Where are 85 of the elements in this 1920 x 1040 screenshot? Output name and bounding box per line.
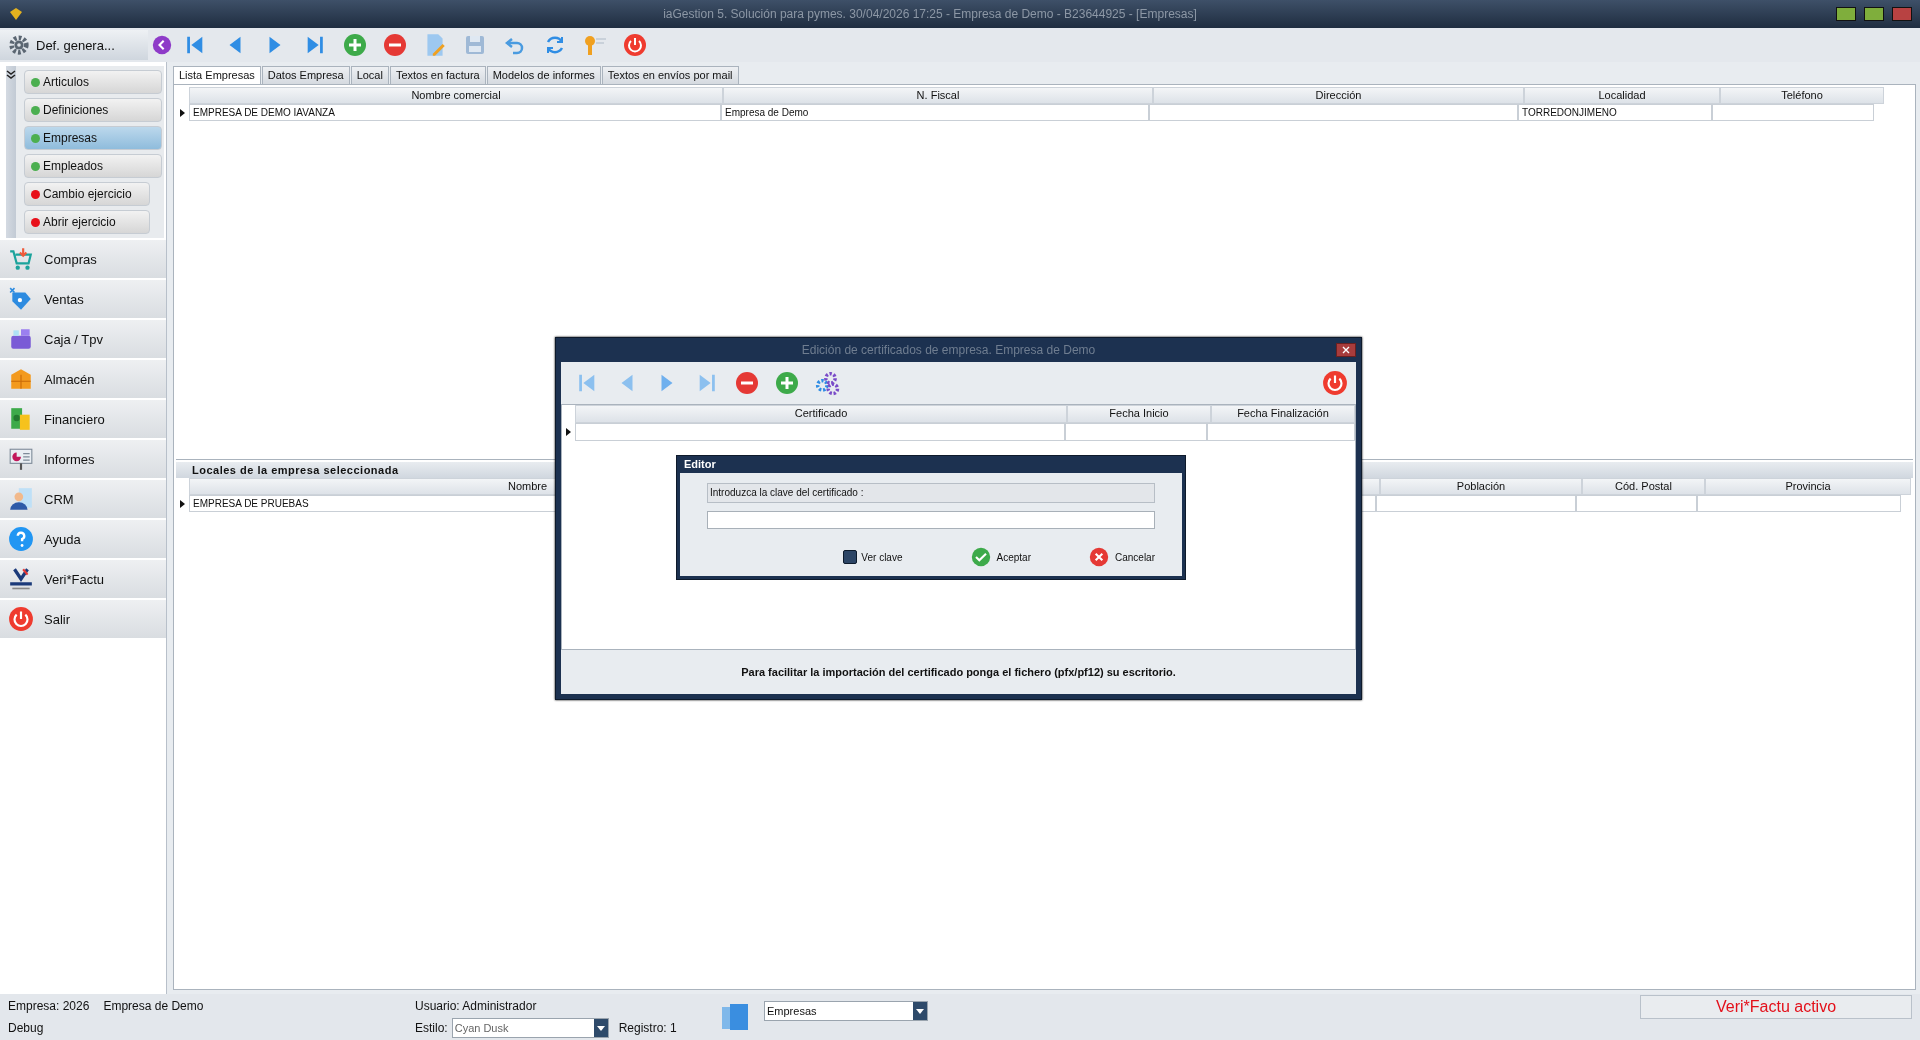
module-item[interactable]: Caja / Tpv	[0, 320, 166, 360]
close-button[interactable]	[1336, 343, 1356, 357]
tab[interactable]: Textos en factura	[389, 66, 486, 84]
status-text: Usuario: Administrador	[415, 998, 537, 1014]
module-item[interactable]: Ventas	[0, 280, 166, 320]
info-text: Para facilitar la importación del certificado ponga el fichero (pfx/pf12) su escritorio.	[561, 650, 1356, 694]
person-icon[interactable]	[8, 486, 34, 512]
row-pointer-icon	[180, 108, 185, 117]
close-icon	[1342, 346, 1350, 354]
column-header[interactable]: Cód. Postal	[1582, 478, 1705, 495]
status-label: Estilo:	[415, 1020, 448, 1036]
table-cell: TORREDONJIMENO	[1518, 104, 1712, 121]
caret-icon	[916, 1008, 924, 1014]
column-header[interactable]: N. Fiscal	[723, 87, 1153, 104]
submenu-item[interactable]: Articulos	[24, 70, 162, 94]
key-icon[interactable]	[582, 33, 608, 57]
power-icon[interactable]	[623, 33, 647, 57]
module-item[interactable]: Almacén	[0, 360, 166, 400]
app-icon	[8, 6, 24, 22]
add-icon[interactable]	[343, 33, 367, 57]
password-field[interactable]	[707, 511, 1155, 529]
tab[interactable]: Datos Empresa	[261, 66, 350, 84]
tab[interactable]: Modelos de informes	[486, 66, 601, 84]
module-button[interactable]: Def. genera...	[0, 30, 148, 60]
module-item[interactable]: Veri*Factu	[0, 560, 166, 600]
row-pointer-icon	[180, 499, 185, 508]
status-text: Empresa de Demo	[103, 998, 204, 1014]
power-icon[interactable]	[1322, 370, 1348, 396]
submenu-item[interactable]: Cambio ejercicio	[24, 182, 150, 206]
logo-icon[interactable]	[8, 566, 34, 592]
tab[interactable]: Local	[350, 66, 389, 84]
check-icon[interactable]	[970, 547, 991, 567]
module-item[interactable]: Informes	[0, 440, 166, 480]
collapse-icon[interactable]	[6, 70, 16, 80]
column-header[interactable]: Localidad	[1524, 87, 1720, 104]
gear-icon	[8, 34, 30, 56]
column-header[interactable]: Fecha Inicio	[1067, 405, 1211, 423]
save-icon[interactable]	[463, 33, 487, 57]
verifactu-status: Veri*Factu activo	[1640, 995, 1912, 1019]
table-cell: Empresa de Demo	[721, 104, 1149, 121]
status-text: Empresa: 2026	[8, 998, 90, 1014]
close-icon[interactable]	[1088, 547, 1109, 567]
row-pointer-icon	[566, 428, 571, 436]
cart-icon[interactable]	[8, 246, 34, 272]
submenu-item[interactable]: Empleados	[24, 154, 162, 178]
show-password-checkbox[interactable]: Ver clave	[843, 550, 903, 564]
accept-button[interactable]: Aceptar	[970, 547, 1031, 567]
back-icon[interactable]	[151, 35, 172, 55]
column-header[interactable]: Certificado	[575, 405, 1067, 423]
submenu-item[interactable]: Abrir ejercicio	[24, 210, 150, 234]
delete-icon[interactable]	[383, 33, 407, 57]
gears-icon[interactable]	[813, 369, 841, 397]
presentation-icon[interactable]	[8, 446, 34, 472]
submenu-item[interactable]: Empresas	[24, 126, 162, 150]
caret-icon	[596, 1025, 605, 1031]
module-item[interactable]: Salir	[0, 600, 166, 640]
module-item[interactable]: CRM	[0, 480, 166, 520]
power-icon[interactable]	[8, 606, 34, 632]
module-item[interactable]: Compras	[0, 240, 166, 280]
prompt-label: Introduzca la clave del certificado :	[707, 483, 1155, 503]
column-header[interactable]: Provincia	[1705, 478, 1911, 495]
submenu-item[interactable]: Definiciones	[24, 98, 162, 122]
help-icon[interactable]	[8, 526, 34, 552]
table-cell: EMPRESA DE DEMO IAVANZA	[189, 104, 721, 121]
tab[interactable]: Lista Empresas	[173, 66, 261, 84]
column-header[interactable]: Nombre comercial	[189, 87, 723, 104]
window-title: iaGestion 5. Solución para pymes. 30/04/2026 17:25 - Empresa de Demo - B23644925 - [Empresas]	[662, 7, 1198, 21]
cash-register-icon[interactable]	[8, 326, 34, 352]
cancel-button[interactable]: Cancelar	[1088, 547, 1155, 567]
style-dropdown[interactable]: Cyan Dusk	[451, 1018, 609, 1038]
column-header[interactable]: Fecha Finalización	[1211, 405, 1355, 423]
form-dropdown[interactable]: Empresas	[764, 1001, 928, 1021]
delete-icon[interactable]	[735, 371, 759, 395]
status-text: Registro: 1	[617, 1020, 677, 1036]
column-header[interactable]: Teléfono	[1720, 87, 1884, 104]
column-header[interactable]: Población	[1380, 478, 1582, 495]
minimize-button[interactable]	[1836, 7, 1856, 21]
module-item[interactable]: Financiero	[0, 400, 166, 440]
add-icon[interactable]	[775, 371, 799, 395]
maximize-button[interactable]	[1864, 7, 1884, 21]
dialog-title: Edición de certificados de empresa. Empresa de Demo	[800, 343, 1097, 357]
status-text: Debug	[8, 1020, 44, 1036]
module-item[interactable]: Ayuda	[0, 520, 166, 560]
tab[interactable]: Textos en envíos por mail	[601, 66, 739, 84]
column-header[interactable]: Dirección	[1153, 87, 1524, 104]
